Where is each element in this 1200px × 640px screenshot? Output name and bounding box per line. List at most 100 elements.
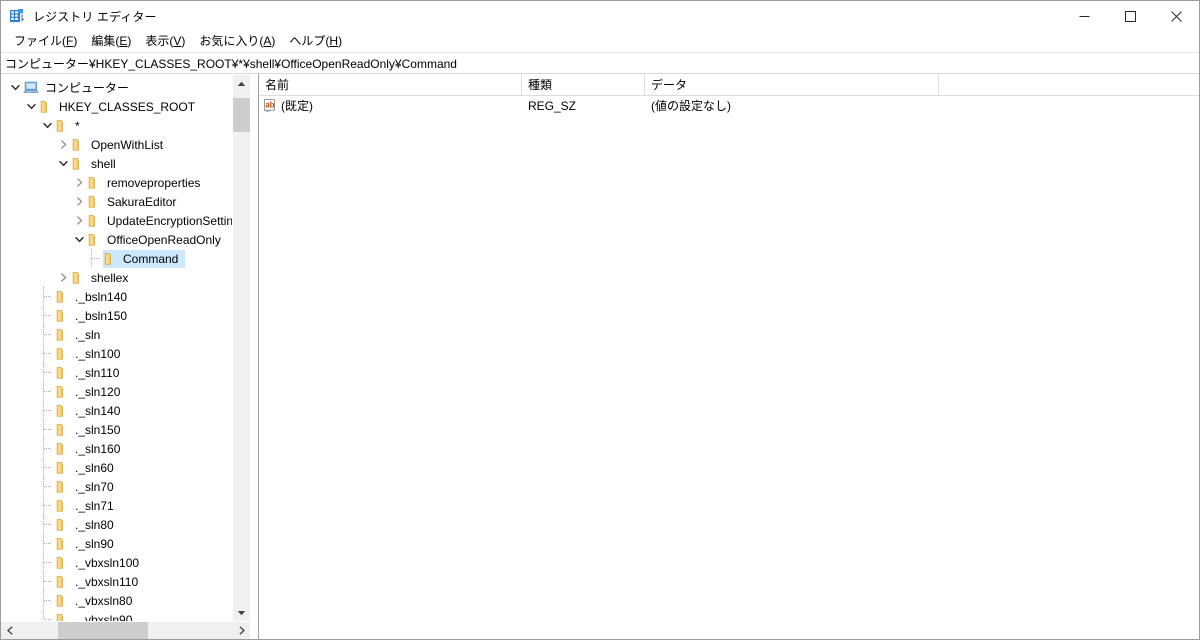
tree-item-content[interactable]: ._sln71 <box>55 497 121 515</box>
tree-item-content[interactable]: ._vbxsln90 <box>55 611 139 621</box>
tree-item-content[interactable]: UpdateEncryptionSettings <box>87 212 232 230</box>
tree-item-content[interactable]: * <box>55 117 87 135</box>
tree-item[interactable]: ._sln100 <box>1 344 232 363</box>
tree-hscroll-thumb[interactable] <box>58 622 148 639</box>
tree-horizontal-scrollbar[interactable] <box>1 621 250 639</box>
tree-item[interactable]: OfficeOpenReadOnly <box>1 230 232 249</box>
tree-item-content[interactable]: ._sln60 <box>55 459 121 477</box>
column-header-type[interactable]: 種類 <box>522 74 645 95</box>
tree-item[interactable]: ._sln90 <box>1 534 232 553</box>
scroll-down-button[interactable] <box>233 604 250 621</box>
menu-item-edit[interactable]: 編集(E) <box>84 31 138 52</box>
chevron-down-icon[interactable] <box>39 117 55 135</box>
pane-splitter[interactable] <box>251 74 258 639</box>
tree-item-content[interactable]: ._sln80 <box>55 516 121 534</box>
value-list-body[interactable]: ab (既定) REG_SZ (値の設定なし) <box>259 96 1199 639</box>
tree-item[interactable]: ._sln160 <box>1 439 232 458</box>
tree-item-content[interactable]: ._bsln140 <box>55 288 134 306</box>
menu-item-file[interactable]: ファイル(F) <box>7 31 84 52</box>
tree-item[interactable]: ._sln110 <box>1 363 232 382</box>
tree-item[interactable]: ._sln60 <box>1 458 232 477</box>
maximize-button[interactable] <box>1107 1 1153 31</box>
tree-item-content[interactable]: ._vbxsln80 <box>55 592 139 610</box>
tree-item-content[interactable]: shellex <box>71 269 135 287</box>
tree-item-content[interactable]: ._vbxsln110 <box>55 573 145 591</box>
column-header-data[interactable]: データ <box>645 74 939 95</box>
registry-editor-window: レジストリ エディター ファイル(F) 編集(E) 表示(V) お気に入り(A)… <box>0 0 1200 640</box>
tree-item[interactable]: ._sln140 <box>1 401 232 420</box>
tree-item-content[interactable]: HKEY_CLASSES_ROOT <box>39 98 202 116</box>
tree-hscroll-track[interactable] <box>18 622 233 639</box>
tree-vertical-scrollbar[interactable] <box>232 75 250 621</box>
tree-item[interactable]: ._sln70 <box>1 477 232 496</box>
tree-scroll-thumb[interactable] <box>233 98 250 132</box>
tree-item[interactable]: ._vbxsln80 <box>1 591 232 610</box>
tree-item-content[interactable]: SakuraEditor <box>87 193 183 211</box>
tree-item[interactable]: ._vbxsln110 <box>1 572 232 591</box>
tree-item-content[interactable]: ._sln160 <box>55 440 127 458</box>
tree-item[interactable]: UpdateEncryptionSettings <box>1 211 232 230</box>
chevron-right-icon[interactable] <box>71 193 87 211</box>
folder-icon <box>87 175 103 191</box>
scroll-up-button[interactable] <box>233 75 250 92</box>
tree-item-content[interactable]: ._sln110 <box>55 364 126 382</box>
tree-item[interactable]: shellex <box>1 268 232 287</box>
tree-item-content[interactable]: OpenWithList <box>71 136 170 154</box>
tree-item[interactable]: ._sln71 <box>1 496 232 515</box>
close-button[interactable] <box>1153 1 1199 31</box>
chevron-right-icon[interactable] <box>71 212 87 230</box>
chevron-right-icon[interactable] <box>55 136 71 154</box>
chevron-down-icon[interactable] <box>7 79 23 97</box>
tree-scroll-track[interactable] <box>233 92 250 604</box>
tree-item-content[interactable]: ._sln120 <box>55 383 127 401</box>
tree-item[interactable]: * <box>1 116 232 135</box>
minimize-button[interactable] <box>1061 1 1107 31</box>
tree-item-content[interactable]: ._sln140 <box>55 402 127 420</box>
tree-item[interactable]: コンピューター <box>1 78 232 97</box>
scroll-right-button[interactable] <box>233 622 250 639</box>
scroll-left-button[interactable] <box>1 622 18 639</box>
tree-item[interactable]: ._sln80 <box>1 515 232 534</box>
tree-item-content[interactable]: OfficeOpenReadOnly <box>87 231 228 249</box>
menu-item-favorites[interactable]: お気に入り(A) <box>192 31 282 52</box>
chevron-down-icon[interactable] <box>55 155 71 173</box>
chevron-down-icon[interactable] <box>23 98 39 116</box>
tree-item[interactable]: OpenWithList <box>1 135 232 154</box>
tree-item-content[interactable]: removeproperties <box>87 174 207 192</box>
chevron-right-icon[interactable] <box>55 269 71 287</box>
column-header-name[interactable]: 名前 <box>259 74 522 95</box>
tree-item[interactable]: HKEY_CLASSES_ROOT <box>1 97 232 116</box>
tree-item-content[interactable]: コンピューター <box>23 79 136 97</box>
table-row[interactable]: ab (既定) REG_SZ (値の設定なし) <box>259 96 1199 115</box>
tree-item-content[interactable]: ._sln <box>55 326 107 344</box>
tree-item[interactable]: ._sln150 <box>1 420 232 439</box>
tree-item-selected[interactable]: Command <box>1 249 232 268</box>
tree-item[interactable]: ._sln <box>1 325 232 344</box>
tree-item[interactable]: SakuraEditor <box>1 192 232 211</box>
tree-item-content[interactable]: ._sln150 <box>55 421 127 439</box>
tree-item-content[interactable]: ._sln70 <box>55 478 121 496</box>
tree-item-content[interactable]: ._vbxsln100 <box>55 554 146 572</box>
tree-item-content[interactable]: ._bsln150 <box>55 307 134 325</box>
tree-item[interactable]: ._vbxsln100 <box>1 553 232 572</box>
chevron-right-icon[interactable] <box>71 174 87 192</box>
tree-item[interactable]: removeproperties <box>1 173 232 192</box>
chevron-down-icon[interactable] <box>71 231 87 249</box>
tree-item-content[interactable]: Command <box>103 249 186 268</box>
tree-item[interactable]: ._bsln150 <box>1 306 232 325</box>
menu-item-help[interactable]: ヘルプ(H) <box>282 31 349 52</box>
tree-item[interactable]: ._vbxsln90 <box>1 610 232 621</box>
tree-item[interactable]: ._sln120 <box>1 382 232 401</box>
tree-item-content[interactable]: ._sln90 <box>55 535 121 553</box>
tree-item-content[interactable]: shell <box>71 155 123 173</box>
tree-item-content[interactable]: ._sln100 <box>55 345 127 363</box>
menu-item-view[interactable]: 表示(V) <box>138 31 192 52</box>
tree-item[interactable]: ._bsln140 <box>1 287 232 306</box>
tree-item[interactable]: shell <box>1 154 232 173</box>
address-bar[interactable]: コンピューター¥HKEY_CLASSES_ROOT¥*¥shell¥Office… <box>1 52 1199 74</box>
